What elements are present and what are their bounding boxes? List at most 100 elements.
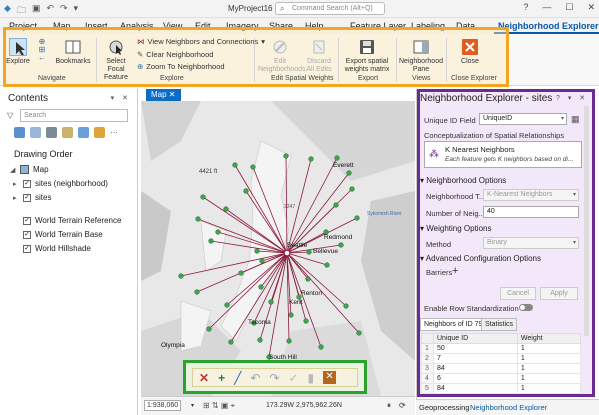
neighbor-site-point[interactable]	[308, 156, 314, 162]
layer-checkbox[interactable]: ✓	[23, 216, 31, 225]
num-neighbors-input[interactable]: 40	[483, 206, 579, 218]
filter-icon[interactable]: ▽	[7, 111, 13, 120]
tab-statistics[interactable]: Statistics	[481, 318, 518, 331]
minimize-icon[interactable]: —	[542, 2, 551, 13]
neighbor-site-point[interactable]	[259, 258, 265, 264]
ne-pane-controls[interactable]: ? ▾ ✕	[556, 94, 588, 102]
expand-icon[interactable]: ▸	[13, 180, 19, 188]
table-row[interactable]: 3 84 1	[421, 363, 582, 374]
list-by-selection-icon[interactable]	[46, 127, 57, 138]
save-edits-icon[interactable]: ✓	[288, 371, 298, 385]
contents-search-input[interactable]: Search	[20, 109, 128, 122]
tab-analysis[interactable]: Analysis	[120, 21, 154, 31]
focal-feature-point[interactable]	[283, 249, 291, 257]
neighbor-site-point[interactable]	[305, 276, 311, 282]
layer-item-world-terrain-base[interactable]: ✓ World Terrain Base	[13, 230, 103, 239]
pause-icon[interactable]: ⏸	[387, 401, 391, 411]
view-neighbors-dropdown[interactable]: ⋈ View Neighbors and Connections ▾	[137, 37, 265, 46]
previous-extent-icon[interactable]: ←	[33, 54, 51, 62]
layer-item-world-hillshade[interactable]: ✓ World Hillshade	[13, 244, 91, 253]
tab-neighbors-of-id[interactable]: Neighbors of ID 79	[420, 318, 487, 331]
neighbor-site-point[interactable]	[200, 194, 206, 200]
column-header[interactable]: Weight	[516, 333, 582, 344]
neighbor-site-point[interactable]	[208, 238, 214, 244]
neighborhood-pane-button[interactable]: Neighborhood Pane	[399, 38, 443, 74]
neighbor-site-point[interactable]	[238, 270, 244, 276]
layer-checkbox[interactable]: ✓	[23, 244, 31, 253]
layer-checkbox[interactable]: ✓	[23, 230, 31, 239]
neighbor-site-point[interactable]	[354, 215, 360, 221]
neighbor-site-point[interactable]	[334, 155, 340, 161]
weighting-options-section[interactable]: ▾ Weighting Options	[420, 224, 491, 233]
tab-help[interactable]: Help	[305, 21, 324, 31]
neighbor-site-point[interactable]	[333, 202, 339, 208]
neighbor-site-point[interactable]	[343, 303, 349, 309]
neighbor-site-point[interactable]	[349, 186, 355, 192]
neighbor-site-point[interactable]	[257, 337, 263, 343]
more-icon[interactable]: …	[110, 127, 121, 138]
discard-all-edits-button[interactable]: Discard All Edits	[303, 38, 335, 74]
close-window-icon[interactable]: ✕	[587, 2, 595, 13]
close-explorer-button[interactable]: Close	[452, 38, 488, 66]
table-icon[interactable]: ▦	[571, 114, 580, 125]
redo-icon[interactable]: ↷	[60, 3, 68, 19]
zoom-to-neighborhood-button[interactable]: ⊕ Zoom To Neighborhood	[137, 62, 225, 71]
edit-neighborhoods-button[interactable]: Edit Neighborhoods	[258, 38, 305, 74]
map-tab[interactable]: Map ✕	[146, 89, 181, 101]
neighbor-site-point[interactable]	[303, 318, 309, 324]
table-row[interactable]: 1 50 1	[421, 343, 582, 354]
layer-item-world-terrain-reference[interactable]: ✓ World Terrain Reference	[13, 216, 121, 225]
scale-selector[interactable]: 1:938,060	[144, 400, 182, 411]
neighbor-site-point[interactable]	[283, 153, 289, 159]
row-standardization-toggle[interactable]	[519, 304, 533, 311]
select-focal-feature-button[interactable]: Select Focal Feature	[99, 38, 133, 82]
table-row[interactable]: 2 7 1	[421, 353, 582, 364]
neighbor-site-point[interactable]	[178, 273, 184, 279]
conceptualization-select[interactable]: ⁂ K Nearest Neighbors Each feature gets …	[424, 141, 582, 168]
neighbor-site-point[interactable]	[206, 326, 212, 332]
neighbor-site-point[interactable]	[195, 216, 201, 222]
ne-scrollbar[interactable]	[584, 106, 589, 336]
neighborhood-type-select[interactable]: K-Nearest Neighbors ▾	[483, 189, 579, 201]
pane-controls[interactable]: ▾ ✕	[111, 94, 131, 102]
neighbor-site-point[interactable]	[250, 164, 256, 170]
neighbor-site-point[interactable]	[318, 344, 324, 350]
layer-item-map[interactable]: ◢ Map	[10, 165, 49, 174]
list-by-source-icon[interactable]	[30, 127, 41, 138]
layer-item-sites-neighborhood[interactable]: ▸ ✓ sites (neighborhood)	[13, 179, 108, 188]
tab-insert[interactable]: Insert	[85, 21, 108, 31]
tab-data[interactable]: Data	[456, 21, 475, 31]
tab-labeling[interactable]: Labeling	[411, 21, 445, 31]
explore-button[interactable]: Explore	[6, 38, 30, 66]
nav-arrows[interactable]: ⊕ ⊞ ←	[33, 38, 51, 62]
table-row[interactable]: 4 6 1	[421, 373, 582, 384]
neighbor-site-point[interactable]	[223, 206, 229, 212]
layer-item-sites[interactable]: ▸ ✓ sites	[13, 193, 51, 202]
layer-checkbox[interactable]: ✓	[23, 193, 31, 202]
tab-neighborhood-explorer[interactable]: Neighborhood Explorer	[494, 21, 599, 34]
neighbor-site-point[interactable]	[232, 162, 238, 168]
neighbor-site-point[interactable]	[286, 338, 292, 344]
neighbor-site-point[interactable]	[356, 330, 362, 336]
neighbor-site-point[interactable]	[288, 312, 294, 318]
neighbor-connection-line[interactable]	[286, 172, 350, 254]
redo-icon[interactable]: ↷	[269, 371, 279, 385]
close-editing-icon[interactable]: ✕	[323, 371, 337, 384]
table-row[interactable]: 5 84 1	[421, 383, 582, 394]
add-barrier-icon[interactable]: +	[452, 265, 458, 277]
undo-icon[interactable]: ↶	[46, 3, 54, 19]
delete-connection-icon[interactable]: ✕	[199, 371, 209, 385]
map-canvas[interactable]: 4421 ft 2247 Sykomish River Everett Redm…	[141, 101, 415, 396]
neighbor-site-point[interactable]	[258, 284, 264, 290]
collapse-icon[interactable]: ◢	[10, 166, 16, 174]
tab-geoprocessing[interactable]: Geoprocessing	[419, 403, 469, 412]
tab-share[interactable]: Share	[269, 21, 293, 31]
neighbor-site-point[interactable]	[268, 299, 274, 305]
neighbor-site-point[interactable]	[243, 188, 249, 194]
tab-project[interactable]: Project	[9, 21, 37, 31]
add-connection-icon[interactable]: +	[218, 371, 225, 385]
neighbor-site-point[interactable]	[346, 170, 352, 176]
close-icon[interactable]: ✕	[169, 90, 176, 99]
help-icon[interactable]: ?	[523, 2, 528, 13]
column-header[interactable]: Unique ID	[433, 333, 518, 344]
